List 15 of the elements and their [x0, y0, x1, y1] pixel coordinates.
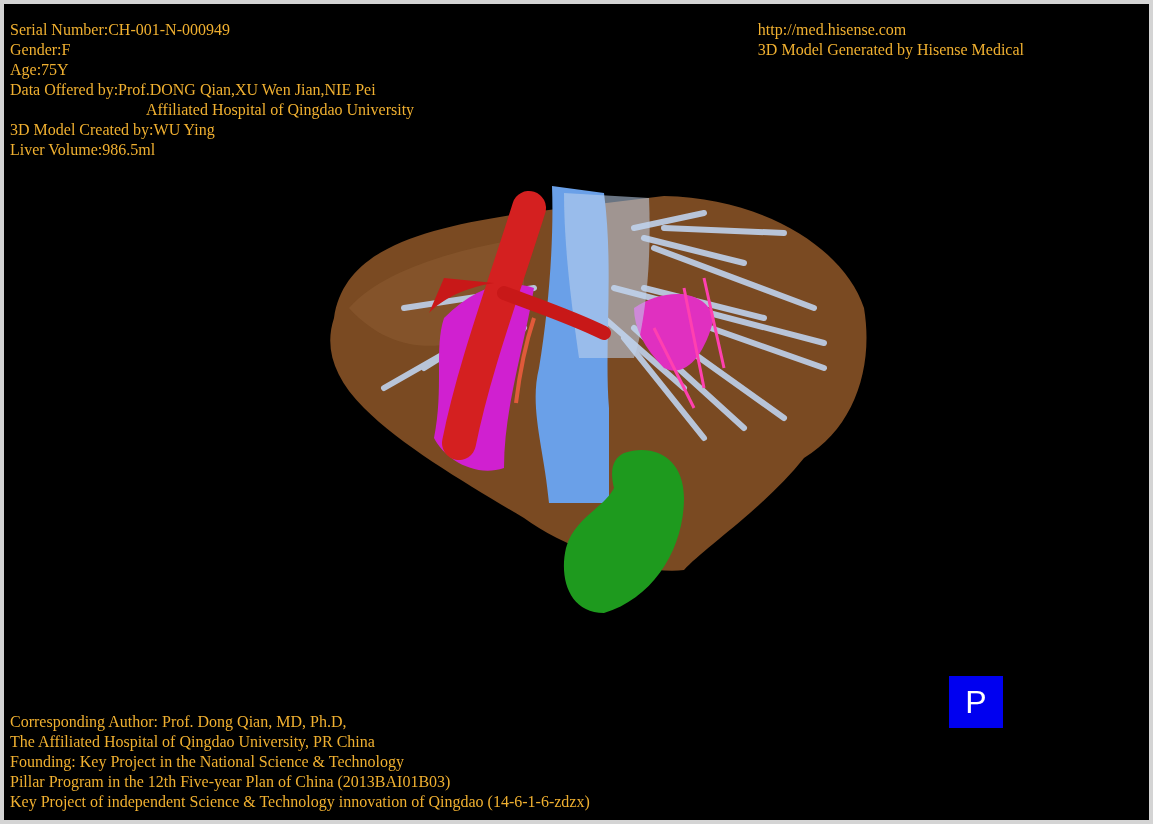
info-text: 3D Model Created by:WU Ying — [10, 120, 215, 140]
info-text: 3D Model Generated by Hisense Medical — [757, 40, 1024, 60]
info-text: The Affiliated Hospital of Qingdao University, PR China — [10, 732, 375, 752]
info-text: Corresponding Author: Prof. Dong Qian, MD, Ph.D, — [10, 712, 347, 732]
info-text: Data Offered by:Prof.DONG Qian,XU Wen Jian,NIE Pei — [10, 80, 376, 100]
info-text: Key Project of independent Science & Technology innovation of Qingdao (14-6-1-6-zdzx) — [10, 792, 590, 812]
view-badge: P — [949, 676, 1003, 728]
info-text: Serial Number:CH-001-N-000949 — [10, 20, 230, 40]
info-text: Affiliated Hospital of Qingdao University — [146, 100, 415, 120]
info-text: Pillar Program in the 12th Five-year Plan of China (2013BAI01B03) — [10, 772, 451, 792]
info-text: http://med.hisense.com — [757, 20, 907, 40]
info-text: Founding: Key Project in the National Science & Technology — [10, 752, 405, 772]
info-text: Age:75Y — [10, 60, 69, 80]
info-text: Gender:F — [10, 40, 71, 60]
info-text: Liver Volume:986.5ml — [10, 140, 156, 160]
